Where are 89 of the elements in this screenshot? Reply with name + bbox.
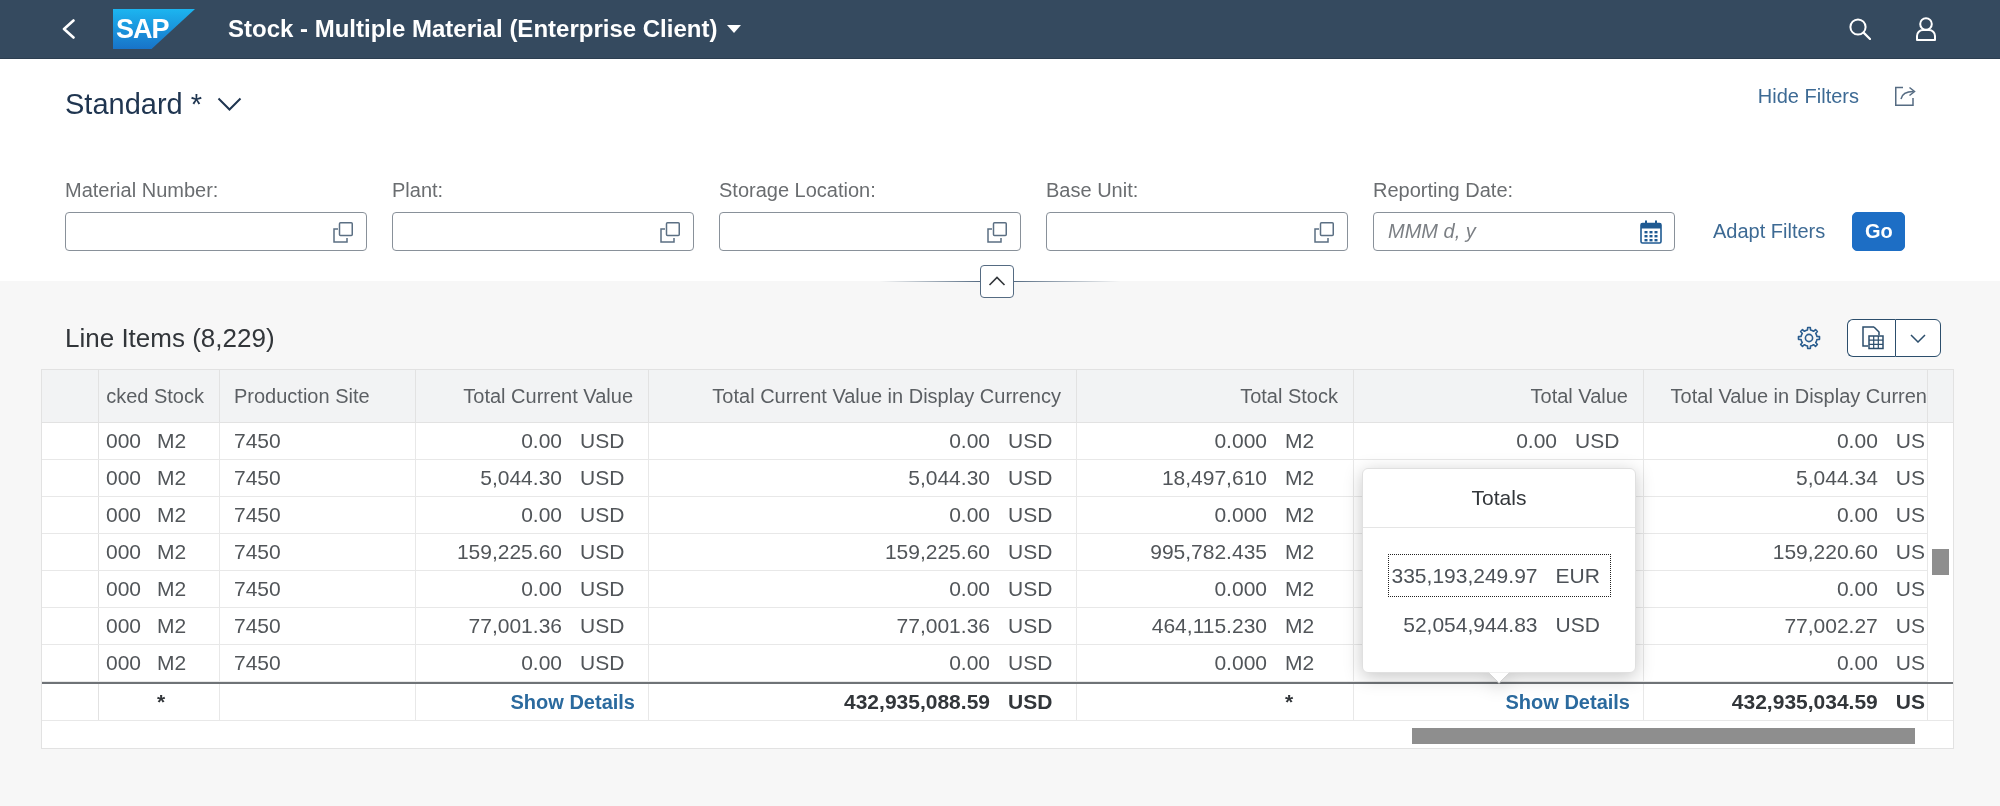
squares-icon[interactable] <box>1313 220 1335 243</box>
input-field[interactable] <box>719 212 1021 251</box>
chevron-up-icon[interactable] <box>988 276 1006 286</box>
field-label: Material Number: <box>65 178 220 202</box>
table-cell: 7450 <box>220 497 416 533</box>
chevron-down-icon[interactable] <box>217 97 243 111</box>
column-header[interactable]: Total Value <box>1354 370 1644 422</box>
user-icon[interactable] <box>1916 17 1936 41</box>
table-cell: 000 M2 <box>99 608 220 644</box>
table-cell: 432,935,088.59 USD <box>649 684 1077 720</box>
table-cell: 7450 <box>220 423 416 459</box>
input-field[interactable] <box>392 212 694 251</box>
settings-icon[interactable] <box>1797 326 1821 350</box>
table-cell: 0.000 M2 <box>1077 571 1354 607</box>
table-cell: 000 M2 <box>99 497 220 533</box>
share-icon[interactable] <box>1894 85 1918 107</box>
variant-selector[interactable]: Standard * <box>65 81 243 127</box>
adapt-filters-button[interactable]: Adapt Filters <box>1713 212 1826 251</box>
spreadsheet-icon[interactable] <box>1859 326 1884 350</box>
column-header[interactable]: Total Value in Display Curren <box>1644 370 1928 422</box>
logo[interactable]: SAP <box>113 9 195 49</box>
table-cell: 000 M2 <box>99 571 220 607</box>
back-icon[interactable] <box>61 19 75 39</box>
table-cell: 0.000 M2 <box>1077 497 1354 533</box>
go-button[interactable]: Go <box>1852 212 1906 251</box>
column-header[interactable]: cked Stock <box>99 370 220 422</box>
field-label: Storage Location: <box>719 178 877 202</box>
table-title: Line Items (8,229) <box>65 322 275 354</box>
column-header[interactable]: Total Current Value in Display Currency <box>649 370 1077 422</box>
table-cell: 000 M2 <box>99 423 220 459</box>
show-details-link[interactable]: Show Details <box>510 690 635 714</box>
table-cell: 7450 <box>220 534 416 570</box>
total-entry[interactable]: 52,054,944.83 USD <box>1387 603 1611 646</box>
table-cell: 5,044.30 USD <box>649 460 1077 496</box>
field-label: Base Unit: <box>1046 178 1140 202</box>
input-field[interactable] <box>1046 212 1348 251</box>
table-cell: 7450 <box>220 645 416 681</box>
calendar-icon[interactable] <box>1640 219 1662 244</box>
input-field[interactable] <box>65 212 367 251</box>
table-cell: 159,225.60 USD <box>649 534 1077 570</box>
table-cell: 0.00 USD <box>649 571 1077 607</box>
table-cell: 0.00 USD <box>416 497 649 533</box>
search-icon[interactable] <box>1849 18 1871 40</box>
table-cell: 0.000 M2 <box>1077 423 1354 459</box>
table-cell: 0.00 USD <box>649 645 1077 681</box>
table-cell: 995,782.435 M2 <box>1077 534 1354 570</box>
export-button[interactable] <box>1847 319 1895 357</box>
table-cell: 000 M2 <box>99 645 220 681</box>
vertical-scrollbar[interactable] <box>1932 549 1949 575</box>
column-header[interactable]: Total Stock <box>1077 370 1354 422</box>
table-cell: 0.000 M2 <box>1077 645 1354 681</box>
table-cell: 464,115.230 M2 <box>1077 608 1354 644</box>
table-cell: 432,935,034.59 US <box>1644 684 1928 720</box>
table-cell: 7450 <box>220 608 416 644</box>
column-header[interactable]: Production Site <box>220 370 416 422</box>
show-details-link[interactable]: Show Details <box>1505 690 1630 714</box>
table-cell: * <box>99 684 220 720</box>
caret-down-icon[interactable] <box>727 25 742 33</box>
table-cell: 000 M2 <box>99 460 220 496</box>
table-cell: 5,044.30 USD <box>416 460 649 496</box>
dropdown-button[interactable] <box>1895 319 1941 357</box>
squares-icon[interactable] <box>986 220 1008 243</box>
hide-filters-button[interactable]: Hide Filters <box>1757 84 1859 108</box>
total-entry[interactable]: 335,193,249.97 EUR <box>1387 554 1611 597</box>
horizontal-scrollbar[interactable] <box>1412 728 1915 744</box>
squares-icon[interactable] <box>659 220 681 243</box>
table-cell: 7450 <box>220 460 416 496</box>
table-cell: 159,225.60 USD <box>416 534 649 570</box>
table-cell: 18,497,610 M2 <box>1077 460 1354 496</box>
date-field[interactable]: MMM d, y <box>1373 212 1675 251</box>
column-header[interactable]: Total Current Value <box>416 370 649 422</box>
table-cell: * <box>1077 684 1354 720</box>
table-cell: 0.00 USD <box>416 571 649 607</box>
table-cell: 7450 <box>220 571 416 607</box>
chevron-down-icon[interactable] <box>1910 333 1926 343</box>
collapse-button[interactable] <box>980 264 1014 298</box>
table-cell: 77,001.36 USD <box>416 608 649 644</box>
table-cell: 0.00 USD <box>1354 423 1644 459</box>
table-cell: 0.00 USD <box>649 423 1077 459</box>
field-label: Plant: <box>392 178 445 202</box>
app-title-menu[interactable]: Stock - Multiple Material (Enterprise Client) <box>228 15 742 43</box>
table-cell: 0.00 USD <box>649 497 1077 533</box>
table-cell: 000 M2 <box>99 534 220 570</box>
popover-title: Totals <box>1363 469 1635 528</box>
table-cell: 0.00 USD <box>416 423 649 459</box>
squares-icon[interactable] <box>332 220 354 243</box>
table-cell: 0.00 USD <box>416 645 649 681</box>
table-cell: 77,001.36 USD <box>649 608 1077 644</box>
field-label: Reporting Date: <box>1373 178 1515 202</box>
